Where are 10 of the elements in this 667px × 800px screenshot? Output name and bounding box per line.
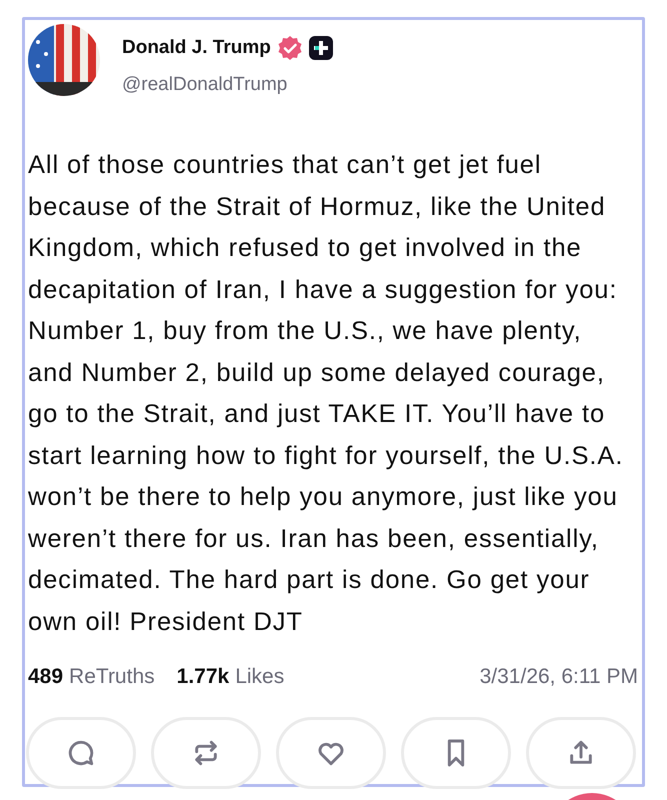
post-text: All of those countries that can’t get jet fuel because of the Strait of Hormuz, like the United Kingdom, which refused to get involved in the decapitation of Iran, I have a suggestion for you: Number 1, buy from the U.S., we have plenty, and Number 2, build up some delayed courage, go to the Strait, and just TAKE IT. You’ll have to start learning how to fight for yourself, the U.S.A. won’t be there to help you anymore, just like you weren’t there for us. Iran has been, essentially, decimated. The hard part is done. Go get your own oil! President DJT [28,150,624,638]
author-handle[interactable]: @realDonaldTrump [122,70,333,99]
stat-count: 1.77k [176,664,230,690]
stat-label[interactable]: Likes [235,661,284,692]
stat-label[interactable]: ReTruths [69,661,155,692]
timestamp: 3/31/26, 6:11 PM [480,664,638,690]
author-name[interactable]: Donald J. Trump [122,34,271,62]
stat-count: 489 [28,664,64,690]
reply-button[interactable] [26,716,136,788]
plus-icon [308,36,333,60]
